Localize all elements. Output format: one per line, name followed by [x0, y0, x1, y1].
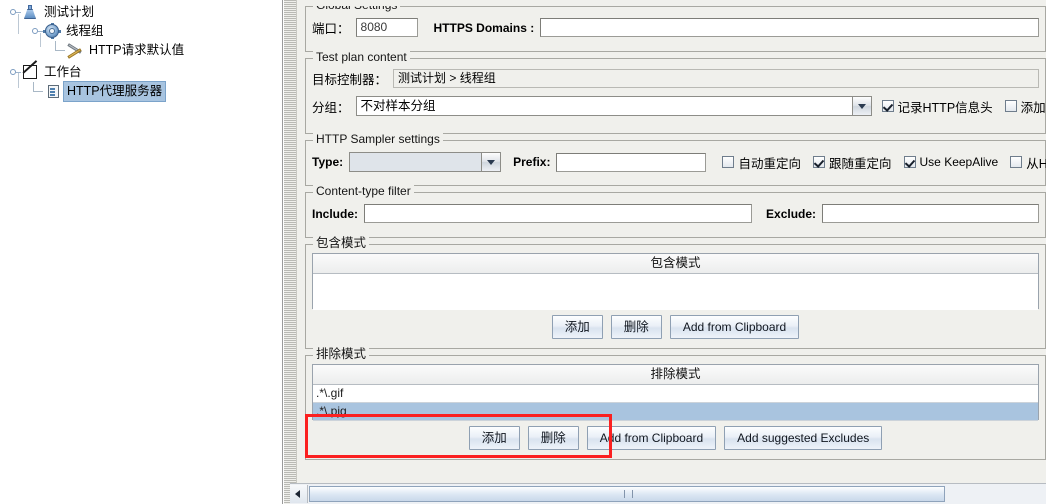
include-patterns-table-body[interactable] — [313, 274, 1038, 310]
test-plan-content-legend: Test plan content — [313, 51, 410, 64]
include-patterns-table[interactable]: 包含模式 — [312, 253, 1039, 310]
grouping-label: 分组： — [312, 100, 350, 115]
tree-root: 测试计划 线程组 HTTP请求默认值 工作台 HTTP代理服务器 — [0, 0, 282, 102]
port-label: 端口： — [312, 22, 350, 36]
prefix-input[interactable] — [556, 152, 707, 172]
test-plan-tree-panel[interactable]: 测试计划 线程组 HTTP请求默认值 工作台 HTTP代理服务器 — [0, 0, 283, 504]
tools-icon — [66, 42, 84, 59]
tree-node-test-plan[interactable]: 测试计划 — [0, 3, 282, 22]
proxy-server-config-panel: Global Settings 端口： 8080 HTTPS Domains :… — [297, 0, 1046, 504]
grouping-select-value: 不对样本分组 — [356, 97, 852, 115]
include-delete-button[interactable]: 删除 — [610, 315, 662, 339]
checkbox-label: 自动重定向 — [738, 156, 801, 171]
tree-node-thread-group[interactable]: 线程组 — [0, 22, 282, 41]
tree-connector — [52, 41, 66, 60]
follow-redirect-checkbox[interactable]: 跟随重定向 — [813, 153, 892, 172]
https-domains-input[interactable] — [540, 18, 1039, 37]
content-type-include-input[interactable] — [364, 204, 753, 223]
http-sampler-settings-legend: HTTP Sampler settings — [313, 133, 443, 146]
proxy-server-icon — [44, 83, 62, 100]
expand-toggle-icon[interactable] — [30, 22, 43, 41]
prefix-label: Prefix: — [513, 155, 551, 169]
checkbox-box — [1004, 100, 1017, 112]
flask-icon — [21, 4, 39, 21]
workbench-icon — [21, 60, 39, 81]
target-controller-label: 目标控制器： — [312, 73, 388, 87]
http-sampler-settings-group: HTTP Sampler settings Type: Prefix: 自动重定… — [305, 133, 1046, 186]
grouping-select[interactable]: 不对样本分组 — [355, 96, 872, 116]
auto-redirect-checkbox[interactable]: 自动重定向 — [722, 153, 801, 172]
exclude-patterns-legend: 排除模式 — [313, 348, 370, 361]
port-input[interactable]: 8080 — [355, 18, 418, 37]
target-controller-value[interactable]: 测试计划 > 线程组 — [393, 69, 1039, 88]
include-add-from-clipboard-button[interactable]: Add from Clipboard — [669, 315, 800, 339]
horizontal-scrollbar[interactable] — [290, 483, 1046, 504]
include-patterns-buttons: 添加 删除 Add from Clipboard — [312, 309, 1039, 339]
tree-node-http-proxy-server[interactable]: HTTP代理服务器 — [0, 81, 282, 102]
content-type-exclude-input[interactable] — [822, 204, 1039, 223]
expand-toggle-icon[interactable] — [8, 3, 21, 22]
capture-http-headers-checkbox[interactable]: 记录HTTP信息头 — [881, 97, 993, 116]
exclude-add-suggested-excludes-button[interactable]: Add suggested Excludes — [724, 426, 883, 450]
global-settings-legend: Global Settings — [313, 6, 401, 12]
exclude-add-from-clipboard-button[interactable]: Add from Clipboard — [586, 426, 717, 450]
content-type-filter-group: Content-type filter Include: Exclude: — [305, 185, 1046, 238]
include-label: Include: — [312, 206, 359, 221]
checkbox-label: Use KeepAlive — [919, 155, 999, 169]
include-add-button[interactable]: 添加 — [551, 315, 603, 339]
panel-splitter[interactable] — [283, 0, 297, 504]
tree-node-label: HTTP代理服务器 — [62, 81, 167, 102]
exclude-patterns-table[interactable]: 排除模式 .*\.gif .*\.pjg — [312, 364, 1039, 421]
tree-node-label: 线程组 — [66, 24, 104, 38]
table-row[interactable]: .*\.pjg — [313, 403, 1038, 421]
checkbox-box — [722, 156, 735, 168]
exclude-delete-button[interactable]: 删除 — [527, 426, 579, 450]
tree-node-label: HTTP请求默认值 — [89, 43, 185, 57]
tree-node-workbench[interactable]: 工作台 — [0, 60, 282, 82]
https-domains-label: HTTPS Domains : — [433, 20, 535, 35]
tree-node-label: 工作台 — [44, 65, 82, 79]
chevron-down-icon[interactable] — [851, 97, 871, 115]
chevron-down-icon[interactable] — [481, 153, 501, 171]
add-assertions-checkbox[interactable]: 添加 — [1004, 97, 1046, 116]
type-label: Type: — [312, 155, 344, 169]
include-patterns-group: 包含模式 包含模式 添加 删除 Add from Clipboard — [305, 237, 1046, 349]
exclude-patterns-column-header: 排除模式 — [313, 365, 1038, 385]
checkbox-box — [903, 156, 916, 168]
tree-node-http-request-defaults[interactable]: HTTP请求默认值 — [0, 41, 282, 60]
global-settings-group: Global Settings 端口： 8080 HTTPS Domains : — [305, 6, 1046, 52]
checkbox-box — [1010, 156, 1023, 168]
exclude-patterns-group: 排除模式 排除模式 .*\.gif .*\.pjg 添加 删除 Add from… — [305, 348, 1046, 460]
checkbox-label: 添加 — [1020, 100, 1046, 115]
tree-node-label: 测试计划 — [44, 5, 95, 19]
checkbox-box — [881, 100, 894, 112]
content-type-filter-legend: Content-type filter — [313, 185, 414, 198]
type-select-value — [350, 153, 482, 171]
exclude-patterns-table-body[interactable]: .*\.gif .*\.pjg — [313, 385, 1038, 421]
scrollbar-thumb[interactable] — [309, 486, 945, 502]
checkbox-label: 记录HTTP信息头 — [897, 100, 993, 115]
use-keepalive-checkbox[interactable]: Use KeepAlive — [903, 155, 999, 169]
exclude-add-button[interactable]: 添加 — [468, 426, 520, 450]
checkbox-box — [813, 156, 825, 168]
include-patterns-column-header: 包含模式 — [313, 254, 1038, 274]
expand-toggle-icon[interactable] — [8, 63, 21, 82]
exclude-label: Exclude: — [766, 206, 817, 221]
scrollbar-track[interactable] — [945, 485, 1046, 503]
include-patterns-legend: 包含模式 — [313, 237, 370, 250]
gear-icon — [43, 23, 61, 40]
tree-connector — [30, 82, 44, 101]
test-plan-content-group: Test plan content 目标控制器： 测试计划 > 线程组 分组： … — [305, 51, 1046, 134]
jmeter-proxy-server-window: 测试计划 线程组 HTTP请求默认值 工作台 HTTP代理服务器 端口： 808… — [0, 0, 1046, 504]
retrieve-from-html-checkbox[interactable]: 从HTML — [1010, 153, 1046, 172]
exclude-patterns-buttons: 添加 删除 Add from Clipboard Add suggested E… — [312, 420, 1039, 450]
table-row[interactable]: .*\.gif — [313, 385, 1038, 403]
type-select[interactable] — [349, 152, 502, 172]
scroll-left-arrow-icon[interactable] — [290, 485, 308, 503]
checkbox-label: 跟随重定向 — [829, 156, 892, 171]
checkbox-label: 从HTML — [1026, 156, 1046, 171]
